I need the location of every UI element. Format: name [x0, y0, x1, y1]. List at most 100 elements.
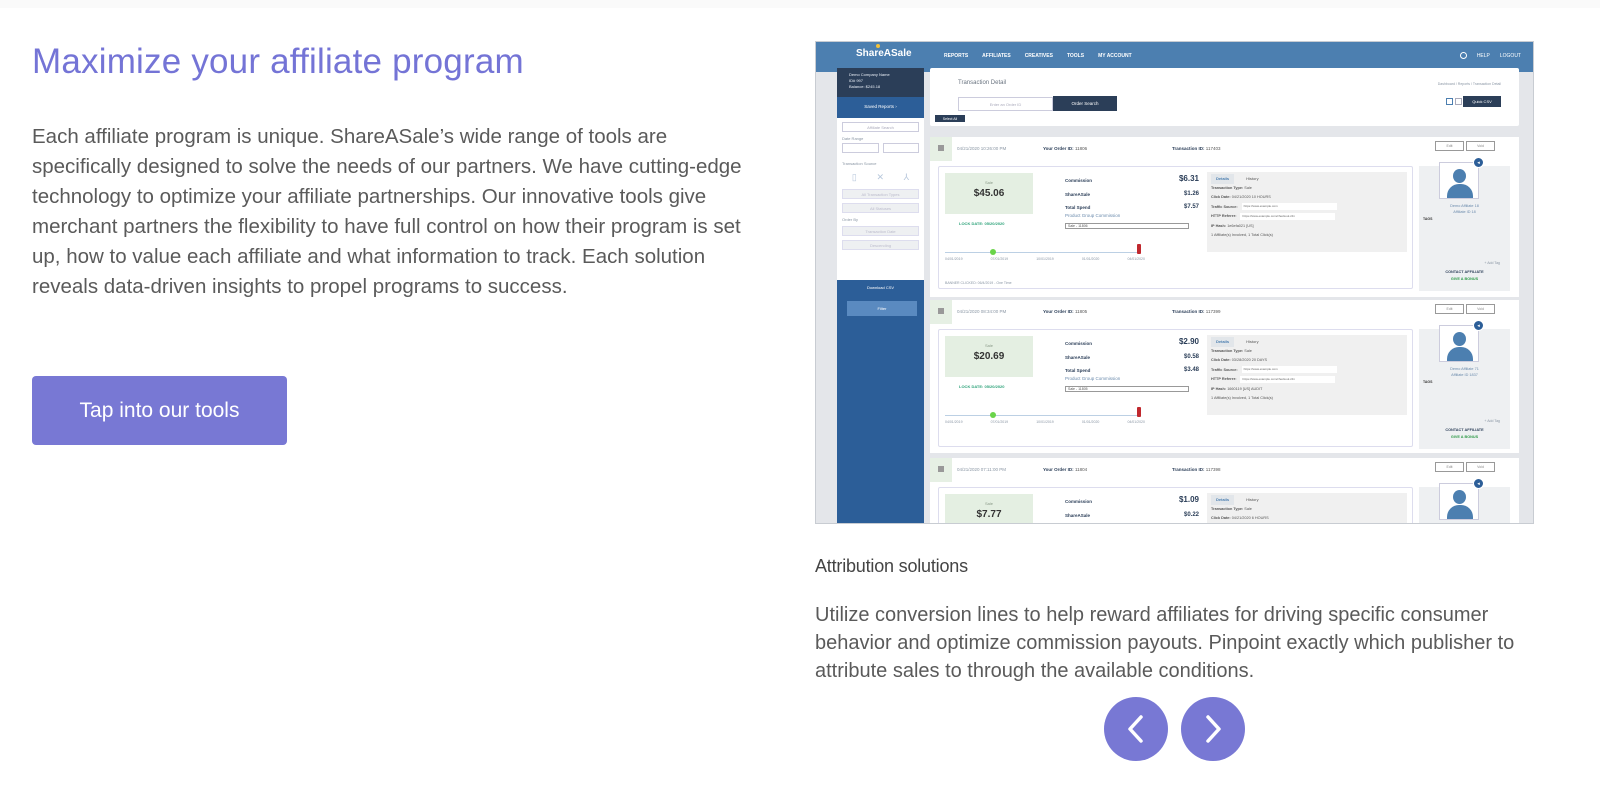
- transaction-id-value: 117399: [1205, 309, 1221, 314]
- http-referer-value: https://www.example.com/checkout.cfm: [1240, 375, 1336, 383]
- date-from: [842, 143, 879, 153]
- transaction-date: 04/21/2020 10:26:00 PM: [957, 146, 1007, 151]
- product-screenshot: ShareASale REPORTS AFFILIATES CREATIVES …: [815, 41, 1534, 524]
- transaction-body: Sale $45.06 LOCK DATE: 05/20/2020 Commiss…: [938, 166, 1413, 289]
- tap-into-tools-button[interactable]: Tap into our tools: [32, 376, 287, 445]
- timeline-tick: 10/01/2019: [1036, 257, 1054, 261]
- click-date-label: Click Date:: [1211, 516, 1231, 520]
- order-id-label: Your Order ID:: [1043, 467, 1074, 472]
- transaction-body: Sale $20.69 LOCK DATE: 05/20/2020 Commiss…: [938, 329, 1413, 447]
- transaction-id-label: Transaction ID:: [1172, 467, 1205, 472]
- commission-value: $1.09: [1178, 495, 1199, 504]
- person-icon: [1453, 490, 1466, 504]
- sale-label: Sale: [984, 180, 993, 185]
- ip-hash-value: 1660119 [US] AUDIT: [1227, 386, 1263, 391]
- commission-label: Commission: [1065, 499, 1093, 504]
- traffic-source-label: Traffic Source:: [1211, 367, 1238, 372]
- transaction-id-value: 117398: [1205, 467, 1221, 472]
- person-icon: [1453, 169, 1466, 183]
- order-id: Your Order ID: 11804: [1043, 467, 1087, 472]
- sale-amount: $20.69: [973, 351, 1005, 362]
- details-panel: Details History Transaction Type: Sale Cl…: [1207, 493, 1407, 523]
- order-id-value: 11805: [1074, 309, 1088, 314]
- edit-void-group: Edit Void: [1435, 462, 1495, 472]
- commission-value: $6.31: [1178, 174, 1199, 183]
- person-icon-body: [1447, 505, 1473, 519]
- details-panel: Details History Transaction Type: Sale Cl…: [1207, 172, 1407, 252]
- sale-marker: [1137, 407, 1141, 417]
- details-tab: Details: [1211, 337, 1235, 347]
- order-id-label: Your Order ID:: [1043, 146, 1074, 151]
- contact-affiliate: CONTACT AFFILIATE: [1445, 428, 1484, 432]
- ip-hash-label: IP Hash:: [1211, 386, 1227, 391]
- quick-csv-button-mock: Quick CSV: [1463, 96, 1501, 107]
- megaphone-icon: ◂: [1473, 157, 1484, 168]
- timeline-tick: 04/01/2020: [1127, 257, 1145, 261]
- page-title: Maximize your affiliate program: [32, 42, 524, 81]
- transaction-card-header: 04/21/2020 07:11:00 PM Your Order ID: 11…: [930, 458, 1519, 482]
- chevron-right-icon: [1206, 715, 1221, 743]
- tx-type-label: Transaction Type:: [1211, 348, 1244, 353]
- transaction-card: 04/21/2020 10:26:00 PM Your Order ID: 11…: [930, 137, 1519, 297]
- tx-type-label: Transaction Type:: [1211, 185, 1244, 190]
- transaction-id-label: Transaction ID:: [1172, 309, 1205, 314]
- nav-logout: LOGOUT: [1499, 52, 1521, 59]
- network-icon: ⅄: [903, 172, 910, 182]
- nav-affiliates: AFFILIATES: [982, 53, 1011, 59]
- click-date-value: 04/21/2020 6 HOURS: [1231, 516, 1269, 520]
- add-tag: + Add Tag: [1484, 419, 1500, 423]
- nav-my-account: MY ACCOUNT: [1098, 53, 1132, 59]
- sale-amount: $7.77: [976, 509, 1002, 520]
- timeline-tick: 04/01/2020: [1127, 420, 1145, 424]
- breadcrumb: Dashboard / Reports / Transaction Detail: [1437, 82, 1501, 86]
- commission-label: Commission: [1065, 178, 1093, 183]
- order-by-label: Order By: [842, 217, 859, 222]
- transaction-card-header: 04/21/2020 10:26:00 PM Your Order ID: 11…: [930, 137, 1519, 161]
- history-tab: History: [1246, 497, 1259, 502]
- timeline-ticks: 04/01/2019 07/01/2019 10/01/2019 01/01/2020…: [945, 420, 1145, 424]
- transaction-id: Transaction ID: 117403: [1172, 146, 1220, 151]
- carousel-prev-button[interactable]: [1104, 697, 1168, 761]
- void-button-mock: Void: [1466, 304, 1495, 314]
- app-nav-menu: REPORTS AFFILIATES CREATIVES TOOLS MY AC…: [944, 53, 1132, 59]
- statuses-select: All Statuses: [842, 203, 919, 213]
- click-dot: [990, 412, 996, 418]
- carousel-next-button[interactable]: [1181, 697, 1245, 761]
- click-date-label: Click Date:: [1211, 358, 1231, 362]
- sale-marker: [1137, 244, 1141, 254]
- feature-description: Utilize conversion lines to help reward …: [815, 604, 1515, 682]
- row-checkbox: [930, 300, 952, 324]
- megaphone-icon: ◂: [1473, 320, 1484, 331]
- order-id-value: 11804: [1074, 467, 1088, 472]
- order-id-input: Enter an Order ID: [958, 97, 1053, 111]
- person-icon-body: [1447, 347, 1473, 361]
- void-button-mock: Void: [1466, 141, 1495, 151]
- pgc-select: Sale - 11805: [1065, 386, 1189, 392]
- pgc-label: Product Group Commission: [1065, 376, 1121, 381]
- click-date-value: 03/28/2020 20 DAYS: [1231, 358, 1268, 362]
- sale-amount: $45.06: [973, 188, 1005, 199]
- affiliate-name: Demo Affiliate 18 Affiliate ID 18: [1419, 203, 1510, 215]
- order-dir-select: Descending: [842, 240, 919, 250]
- ip-hash-label: IP Hash:: [1211, 223, 1227, 228]
- timeline-tick: 07/01/2019: [990, 420, 1009, 424]
- clicks-summary: 1 Affiliate(s) Involved, 1 Total Click(s…: [1211, 396, 1273, 400]
- sale-box: Sale $20.69: [945, 336, 1033, 377]
- click-date-label: Click Date:: [1211, 195, 1231, 199]
- affiliate-id: Affiliate ID 1837: [1451, 373, 1478, 377]
- filter-button-mock: Filter: [847, 301, 917, 316]
- pgc-label: Product Group Commission: [1065, 213, 1121, 218]
- order-id: Your Order ID: 11805: [1043, 309, 1087, 314]
- feature-title: Attribution solutions: [815, 556, 968, 576]
- saved-reports: Saved Reports ›: [837, 97, 924, 115]
- company-info: Demo Company Name ID# 997 Balance: $245.…: [837, 68, 924, 97]
- traffic-source-value: https://www.example.com: [1241, 366, 1337, 373]
- amount-labels: Commission ShareASale: [1065, 495, 1092, 522]
- nav-help: HELP: [1476, 52, 1490, 59]
- details-tab: Details: [1211, 174, 1235, 184]
- timeline-tick: 07/01/2019: [990, 257, 1009, 261]
- transaction-id-value: 117403: [1205, 146, 1221, 151]
- person-icon-body: [1447, 184, 1473, 198]
- timeline-tick: 04/01/2019: [945, 257, 963, 261]
- click-date-value: 04/21/2020 10 HOURS: [1231, 195, 1271, 199]
